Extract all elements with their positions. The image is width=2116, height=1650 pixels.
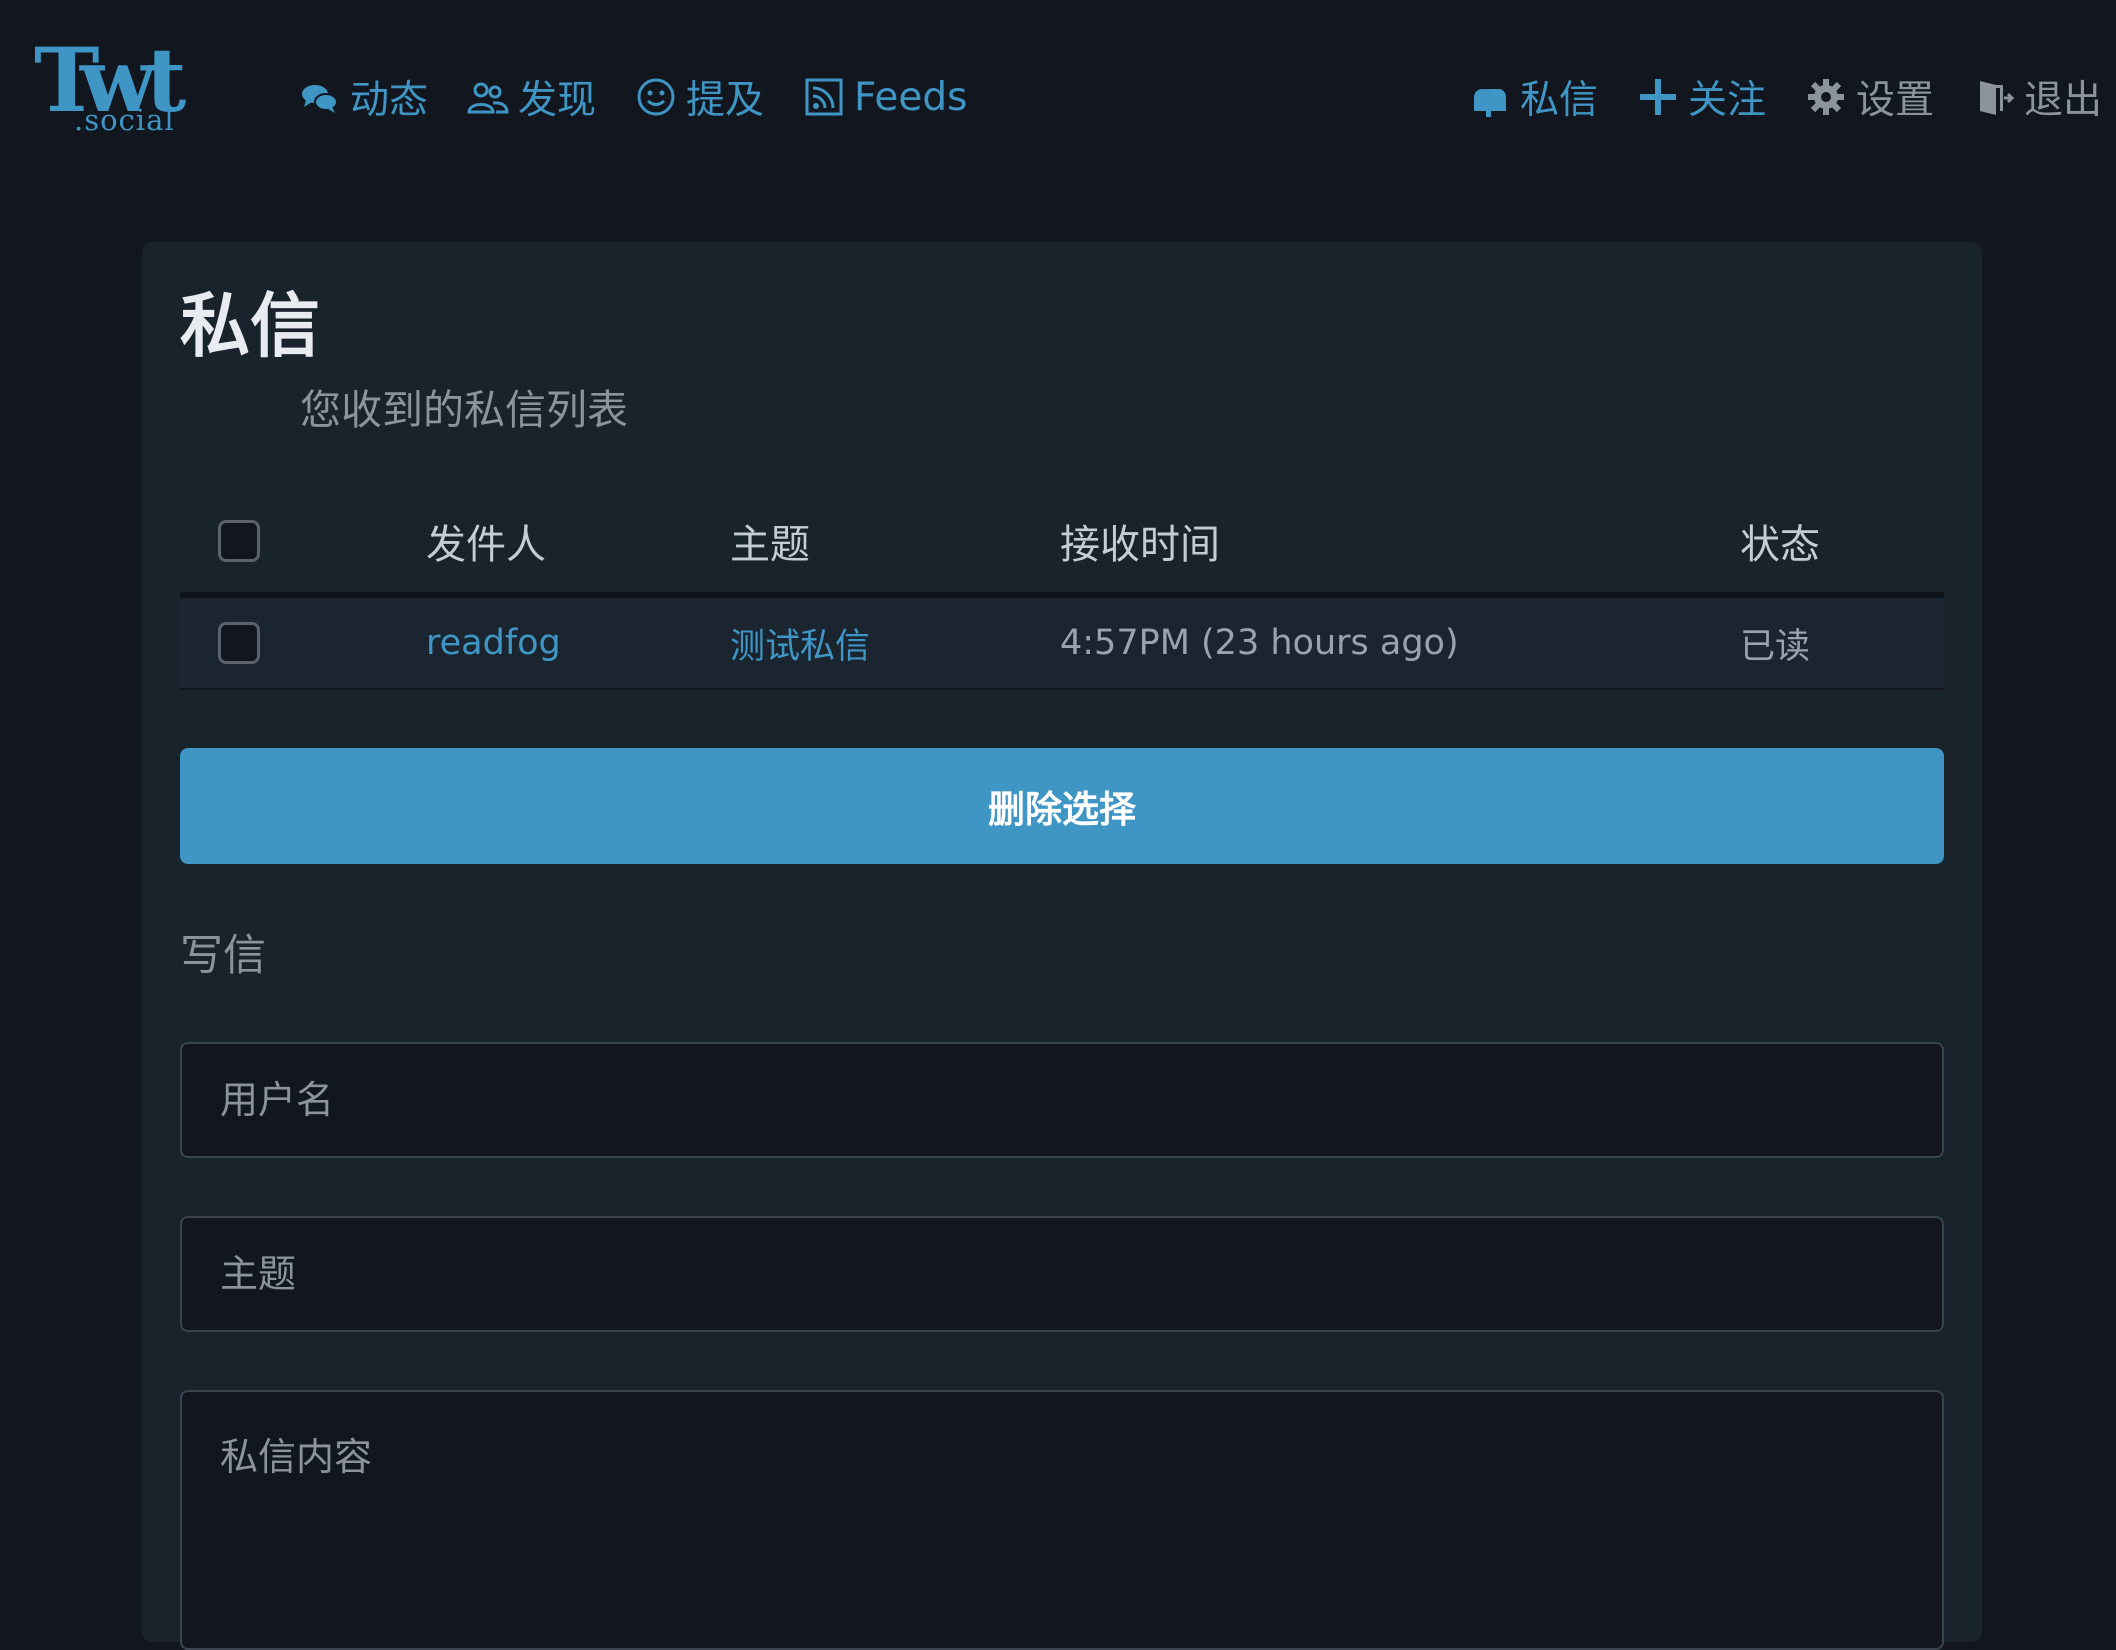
compose-heading: 写信 — [180, 931, 266, 981]
header-checkbox-cell — [218, 490, 260, 592]
page-title: 私信 — [180, 285, 320, 367]
column-header-received: 接收时间 — [1060, 522, 1220, 568]
nav-item-feeds[interactable]: Feeds — [802, 75, 967, 120]
nav-label-logout: 退出 — [2023, 78, 2102, 123]
recipient-username-input[interactable] — [180, 1042, 1944, 1158]
nav-item-follow[interactable]: 关注 — [1636, 69, 1766, 125]
message-body-textarea[interactable] — [180, 1390, 1944, 1650]
users-icon — [466, 75, 510, 119]
top-navigation: Twt .social 动态 发现 提及 Feeds 私信 关注 设置 退出 — [0, 0, 2116, 200]
gear-icon — [1804, 75, 1848, 119]
site-logo[interactable]: Twt .social — [34, 36, 214, 140]
nav-item-messages[interactable]: 私信 — [1468, 69, 1598, 125]
nav-label-discover: 发现 — [518, 78, 597, 123]
select-all-checkbox[interactable] — [218, 520, 260, 562]
message-status: 已读 — [1740, 626, 1811, 667]
nav-item-timeline[interactable]: 动态 — [298, 69, 428, 125]
column-header-subject: 主题 — [730, 522, 810, 568]
message-subject-input[interactable] — [180, 1216, 1944, 1332]
primary-nav: 动态 发现 提及 Feeds — [298, 68, 1005, 126]
account-nav: 私信 关注 设置 退出 — [1430, 68, 2102, 126]
nav-label-mentions: 提及 — [686, 78, 765, 123]
nav-item-settings[interactable]: 设置 — [1804, 69, 1934, 125]
table-row: readfog 测试私信 4:57PM (23 hours ago) 已读 — [180, 598, 1944, 690]
rss-icon — [802, 75, 846, 119]
row-checkbox-cell — [218, 598, 260, 688]
smile-icon — [634, 75, 678, 119]
messages-card: 私信 您收到的私信列表 发件人 主题 接收时间 状态 readfog 测试私信 … — [142, 242, 1982, 1650]
message-received-time: 4:57PM (23 hours ago) — [1060, 623, 1459, 663]
page-subtitle: 您收到的私信列表 — [300, 386, 628, 434]
nav-label-follow: 关注 — [1687, 78, 1766, 123]
nav-label-messages: 私信 — [1519, 78, 1598, 123]
column-header-sender: 发件人 — [426, 522, 546, 568]
table-header-row: 发件人 主题 接收时间 状态 — [180, 490, 1944, 598]
nav-label-settings: 设置 — [1855, 78, 1934, 123]
mailbox-icon — [1468, 75, 1512, 119]
nav-item-discover[interactable]: 发现 — [466, 69, 596, 125]
nav-label-feeds: Feeds — [854, 74, 968, 120]
delete-selected-button[interactable]: 删除选择 — [180, 748, 1944, 864]
door-icon — [1972, 75, 2016, 119]
message-subject-link[interactable]: 测试私信 — [730, 598, 870, 688]
column-header-status: 状态 — [1740, 522, 1820, 568]
nav-label-timeline: 动态 — [350, 78, 429, 123]
comments-icon — [298, 75, 342, 119]
logo-sub-text: .social — [74, 103, 175, 137]
nav-item-mentions[interactable]: 提及 — [634, 69, 764, 125]
row-select-checkbox[interactable] — [218, 622, 260, 664]
plus-icon — [1636, 75, 1680, 119]
message-sender-link[interactable]: readfog — [426, 598, 561, 688]
nav-item-logout[interactable]: 退出 — [1972, 69, 2102, 125]
messages-table: 发件人 主题 接收时间 状态 readfog 测试私信 4:57PM (23 h… — [180, 490, 1944, 690]
